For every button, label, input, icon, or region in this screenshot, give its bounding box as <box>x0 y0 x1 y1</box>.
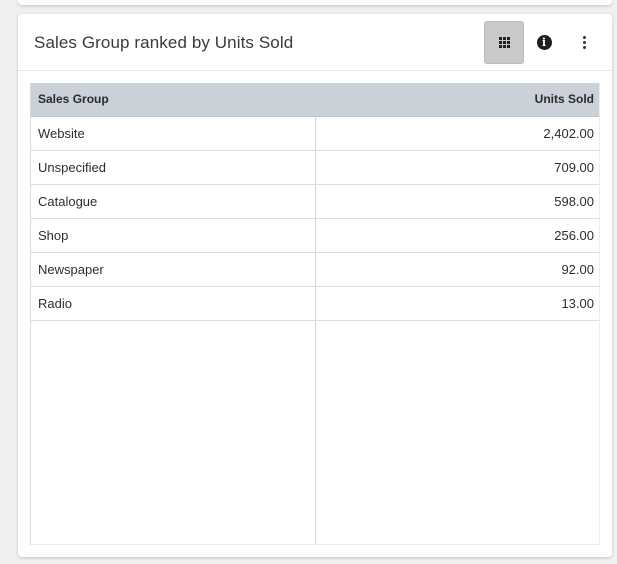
sales-group-cell: Shop <box>31 218 316 253</box>
column-header-units-sold[interactable]: Units Sold <box>316 83 599 117</box>
units-sold-cell: 13.00 <box>316 286 599 321</box>
sales-group-cell: Unspecified <box>31 150 316 185</box>
widget-title: Sales Group ranked by Units Sold <box>34 33 294 52</box>
column-header-sales-group[interactable]: Sales Group <box>31 83 316 117</box>
previous-widget-card <box>18 0 612 5</box>
units-sold-cell: 256.00 <box>316 218 599 253</box>
table-widget: Sales Group ranked by Units Sold i Sales… <box>18 14 612 557</box>
units-sold-cell: 598.00 <box>316 184 599 219</box>
units-sold-cell: 2,402.00 <box>316 116 599 151</box>
units-sold-cell: 92.00 <box>316 252 599 287</box>
widget-header: Sales Group ranked by Units Sold i <box>18 14 612 71</box>
table-row[interactable]: Catalogue 598.00 <box>31 184 599 219</box>
table-row[interactable]: Unspecified 709.00 <box>31 150 599 185</box>
table-header-row: Sales Group Units Sold <box>31 83 599 117</box>
info-icon: i <box>536 35 552 50</box>
sales-group-cell: Newspaper <box>31 252 316 287</box>
info-button[interactable]: i <box>524 21 564 64</box>
sales-group-cell: Website <box>31 116 316 151</box>
grid-view-icon <box>498 37 510 48</box>
grid-view-button[interactable] <box>484 21 524 64</box>
table-row[interactable]: Shop 256.00 <box>31 218 599 253</box>
table-row[interactable]: Newspaper 92.00 <box>31 252 599 287</box>
table-row[interactable]: Radio 13.00 <box>31 286 599 321</box>
data-table: Sales Group Units Sold Website 2,402.00 … <box>30 83 600 545</box>
units-sold-cell: 709.00 <box>316 150 599 185</box>
sales-group-cell: Catalogue <box>31 184 316 219</box>
table-row[interactable]: Website 2,402.00 <box>31 116 599 151</box>
more-vertical-icon <box>582 35 586 50</box>
more-options-button[interactable] <box>564 21 604 64</box>
sales-group-cell: Radio <box>31 286 316 321</box>
